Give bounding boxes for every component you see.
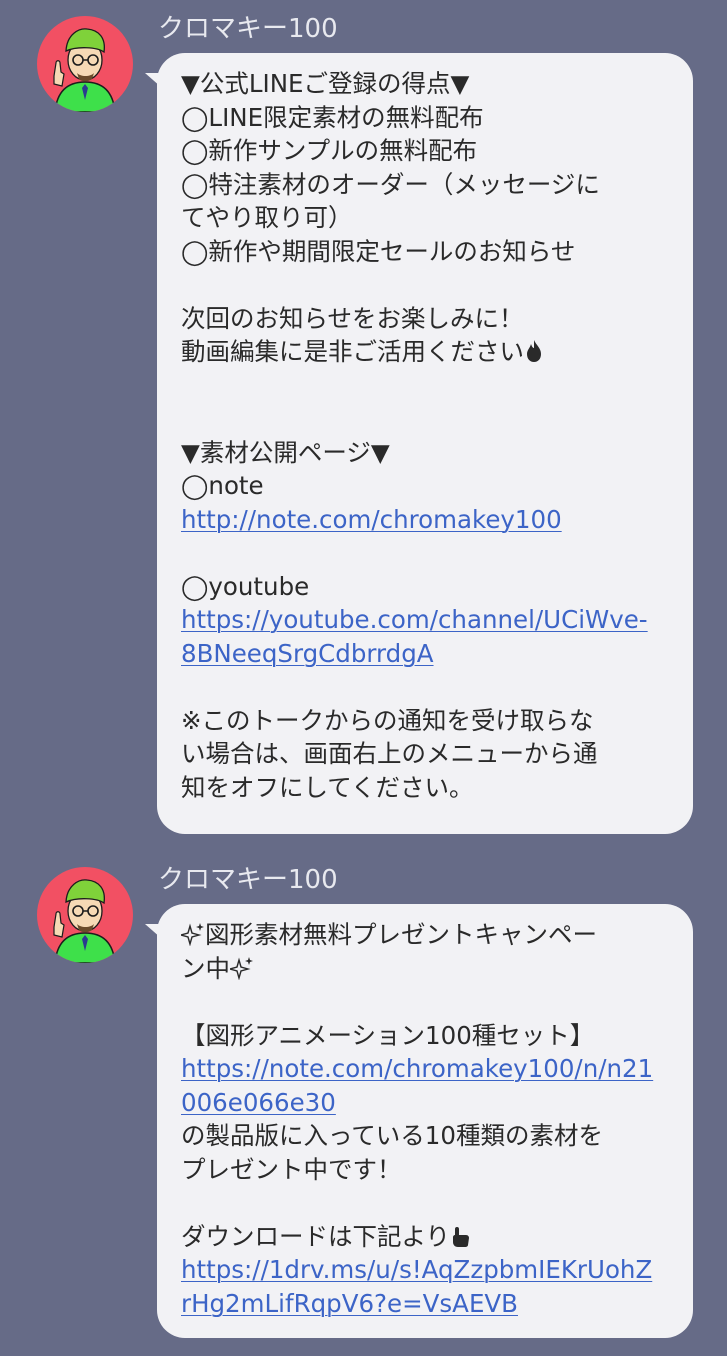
message-line: プレゼント中です！: [181, 1154, 402, 1184]
message-line: ◯note: [181, 471, 264, 500]
sparkles-icon: [178, 921, 205, 955]
fire-icon: [524, 338, 544, 372]
download-link[interactable]: rHg2mLifRqpV6?e=VsAEVB: [181, 1287, 673, 1321]
note-product-link[interactable]: 006e066e30: [181, 1086, 673, 1120]
message-text: ダウンロードは下記より: [181, 1221, 451, 1251]
message-line: 次回のお知らせをお楽しみに！: [181, 303, 524, 333]
message-line: てやり取り可）: [181, 203, 353, 232]
sender-name: クロマキー100: [158, 865, 338, 895]
message-line: ◯youtube: [181, 571, 310, 601]
youtube-link[interactable]: https://youtube.com/channel/UCiWve-: [181, 603, 673, 637]
message-text: 図形素材無料プレゼントキャンペー: [205, 920, 597, 949]
message-bubble: 図形素材無料プレゼントキャンペー ン中 【図形アニメーション100種セット】 h…: [145, 904, 693, 1338]
message-line: ※このトークからの通知を受け取らな: [181, 705, 594, 735]
pointing-hand-icon: [450, 1223, 472, 1257]
message-line: ◯新作や期間限定セールのお知らせ: [181, 236, 576, 266]
sender-name: クロマキー100: [158, 14, 338, 44]
message-line: の製品版に入っている10種類の素材を: [181, 1121, 603, 1150]
message-line: ▼素材公開ページ▼: [181, 437, 390, 467]
message-line: ▼公式LINEご登録の得点▼: [181, 69, 470, 98]
download-link[interactable]: https://1drv.ms/u/s!AqZzpbmIEKrUohZ: [181, 1253, 673, 1287]
message-line: い場合は、画面右上のメニューから通: [181, 739, 598, 768]
sparkles-icon: [227, 955, 254, 989]
sender-avatar[interactable]: [37, 16, 133, 112]
message-line: ◯LINE限定素材の無料配布: [181, 102, 484, 132]
message-line-with-emoji: ダウンロードは下記より: [181, 1220, 673, 1254]
message-bubble: ▼公式LINEご登録の得点▼ ◯LINE限定素材の無料配布 ◯新作サンプルの無料…: [145, 53, 693, 834]
message-line: ◯新作サンプルの無料配布: [181, 136, 478, 165]
message-line: 知をオフにしてください。: [181, 772, 474, 802]
message-text: 動画編集に是非ご活用ください: [181, 337, 524, 366]
message-line-with-emoji: 動画編集に是非ご活用ください: [181, 335, 673, 369]
message-line-with-emoji: ン中: [181, 952, 673, 986]
note-product-link[interactable]: https://note.com/chromakey100/n/n21: [181, 1052, 673, 1086]
youtube-link[interactable]: 8BNeeqSrgCdbrrdgA: [181, 637, 673, 671]
message-line: ◯特注素材のオーダー（メッセージに: [181, 169, 600, 199]
avatar-icon: [37, 16, 133, 112]
avatar-icon: [37, 867, 133, 963]
note-link[interactable]: http://note.com/chromakey100: [181, 503, 673, 537]
message-text: ン中: [181, 953, 230, 983]
message-line: 【図形アニメーション100種セット】: [181, 1020, 595, 1050]
message-line-with-emoji: 図形素材無料プレゼントキャンペー: [178, 918, 673, 955]
sender-avatar[interactable]: [37, 867, 133, 963]
